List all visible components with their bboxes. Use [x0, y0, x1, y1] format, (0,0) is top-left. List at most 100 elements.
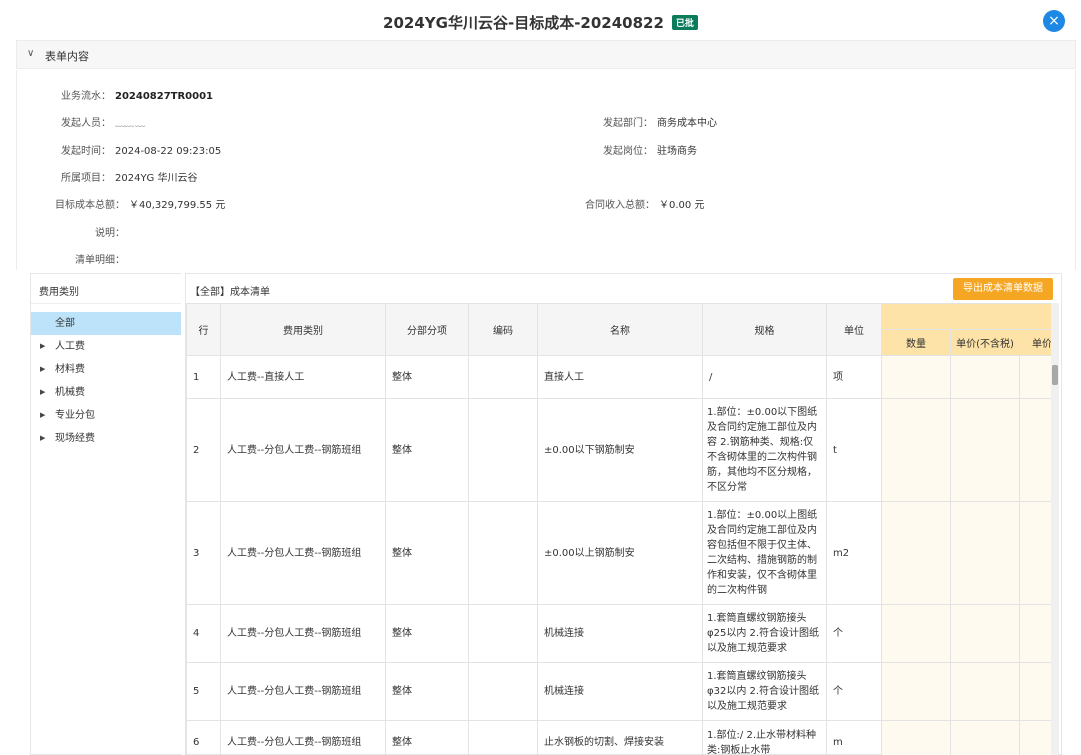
cell-qty [881, 501, 951, 605]
cell-qty [881, 662, 951, 721]
tree-item-label: 现场经费 [55, 433, 95, 444]
caret-right-icon[interactable]: ▶ [40, 358, 45, 381]
cell-price [950, 501, 1020, 605]
cell-price [950, 355, 1020, 399]
cost-table-wrapper: 行 费用类别 分部分项 编码 名称 规格 单位 数量 单价(不含税) 单价( [186, 303, 1052, 755]
col-header-part: 分部分项 [385, 303, 469, 356]
cell-name: ±0.00以下钢筋制安 [537, 398, 703, 502]
cell-name: 机械连接 [537, 604, 703, 663]
cell-spec: / [702, 355, 827, 399]
cell-unit: m2 [826, 501, 882, 605]
cell-category: 人工费--直接人工 [220, 355, 386, 399]
tree-item-material[interactable]: ▶ 材料费 [31, 358, 181, 381]
cell-price-tax [1018, 604, 1052, 663]
cell-category: 人工费--分包人工费--钢筋班组 [220, 398, 386, 502]
cell-part: 整体 [385, 398, 469, 502]
cell-category: 人工费--分包人工费--钢筋班组 [220, 720, 386, 755]
tree-item-label: 机械费 [55, 387, 85, 398]
project-value: 2024YG 华川云谷 [115, 173, 198, 184]
caret-right-icon[interactable]: ▶ [40, 404, 45, 427]
col-header-price: 单价( [1018, 329, 1052, 356]
category-panel: 费用类别 全部 ▶ 人工费 ▶ 材料费 ▶ 机械费 ▶ 专业分包 ▶ 现场经费 [30, 273, 181, 755]
field-time: 发起时间： 2024-08-22 09:23:05 [61, 142, 221, 157]
cell-spec: 1.套筒直螺纹钢筋接头 φ32以内 2.符合设计图纸以及施工规范要求 [702, 662, 827, 721]
contract-income-label: 合同收入总额： [585, 200, 655, 211]
cell-price [950, 398, 1020, 502]
serial-label: 业务流水： [61, 91, 111, 102]
dept-value: 商务成本中心 [657, 118, 717, 129]
table-row[interactable]: 6 人工费--分包人工费--钢筋班组 整体 止水钢板的切割、焊接安装 1.部位:… [186, 720, 1052, 755]
cell-qty [881, 604, 951, 663]
cell-unit: 项 [826, 355, 882, 399]
col-header-price-ex-tax: 单价(不含税) [950, 329, 1020, 356]
table-row[interactable]: 5 人工费--分包人工费--钢筋班组 整体 机械连接 1.套筒直螺纹钢筋接头 φ… [186, 662, 1052, 721]
cell-price-tax [1018, 355, 1052, 399]
initiator-value: ﹏﹏ ﹏ [115, 118, 145, 129]
tree-item-all[interactable]: 全部 [31, 312, 181, 335]
cell-unit: m [826, 720, 882, 755]
col-group-header [880, 303, 1052, 330]
cell-no: 6 [186, 720, 221, 755]
cell-part: 整体 [385, 720, 469, 755]
cell-price-tax [1018, 398, 1052, 502]
col-header-code: 编码 [468, 303, 538, 356]
cell-price [950, 604, 1020, 663]
status-badge: 已批 [671, 15, 698, 30]
table-row[interactable]: 3 人工费--分包人工费--钢筋班组 整体 ±0.00以上钢筋制安 1.部位：±… [186, 501, 1052, 605]
cell-no: 1 [186, 355, 221, 399]
caret-right-icon[interactable]: ▶ [40, 427, 45, 450]
tree-item-label: 全部 [55, 318, 75, 329]
cost-modal: 2024YG华川云谷-目标成本-20240822 已批 × ∨ 表单内容 业务流水… [0, 0, 1081, 755]
cell-code [468, 501, 538, 605]
note-label: 说明： [95, 228, 125, 239]
cell-no: 2 [186, 398, 221, 502]
cell-price [950, 720, 1020, 755]
cost-list-panel: 【全部】成本清单 导出成本清单数据 行 费用类别 分部分项 编码 名称 规格 单… [185, 273, 1062, 755]
cell-part: 整体 [385, 355, 469, 399]
title-bar: 2024YG华川云谷-目标成本-20240822 已批 × [0, 0, 1081, 40]
caret-right-icon[interactable]: ▶ [40, 381, 45, 404]
export-button[interactable]: 导出成本清单数据 [953, 278, 1053, 300]
cell-qty [881, 355, 951, 399]
close-button[interactable]: × [1043, 10, 1065, 32]
tree-item-site-expense[interactable]: ▶ 现场经费 [31, 427, 181, 450]
col-header-unit: 单位 [826, 303, 882, 356]
section-toggle[interactable]: ∨ 表单内容 [16, 40, 1076, 69]
category-tree: 全部 ▶ 人工费 ▶ 材料费 ▶ 机械费 ▶ 专业分包 ▶ 现场经费 [31, 304, 181, 450]
time-label: 发起时间： [61, 146, 111, 157]
table-scrollbar[interactable] [1051, 303, 1059, 755]
cell-unit: t [826, 398, 882, 502]
cell-price-tax [1018, 501, 1052, 605]
tree-item-labor[interactable]: ▶ 人工费 [31, 335, 181, 358]
cell-code [468, 720, 538, 755]
tree-item-subcontract[interactable]: ▶ 专业分包 [31, 404, 181, 427]
table-row[interactable]: 4 人工费--分包人工费--钢筋班组 整体 机械连接 1.套筒直螺纹钢筋接头 φ… [186, 604, 1052, 663]
tree-item-machinery[interactable]: ▶ 机械费 [31, 381, 181, 404]
field-target-cost: 目标成本总额： ￥40,329,799.55 元 [55, 196, 225, 211]
cell-no: 4 [186, 604, 221, 663]
table-row[interactable]: 2 人工费--分包人工费--钢筋班组 整体 ±0.00以下钢筋制安 1.部位：±… [186, 398, 1052, 502]
cell-unit: 个 [826, 604, 882, 663]
cost-list-header: 【全部】成本清单 导出成本清单数据 [186, 274, 1061, 303]
table-row[interactable]: 1 人工费--直接人工 整体 直接人工 / 项 [186, 355, 1052, 399]
scroll-thumb[interactable] [1052, 365, 1058, 385]
chevron-down-icon: ∨ [27, 48, 35, 59]
col-header-category: 费用类别 [220, 303, 386, 356]
field-project: 所属项目： 2024YG 华川云谷 [61, 169, 198, 184]
cell-no: 5 [186, 662, 221, 721]
cell-part: 整体 [385, 604, 469, 663]
tree-item-label: 人工费 [55, 341, 85, 352]
field-dept: 发起部门： 商务成本中心 [603, 114, 717, 129]
cell-spec: 1.套筒直螺纹钢筋接头 φ25以内 2.符合设计图纸以及施工规范要求 [702, 604, 827, 663]
field-detail: 清单明细： [75, 251, 125, 266]
cell-price [950, 662, 1020, 721]
detail-label: 清单明细： [75, 255, 125, 266]
cell-name: 止水钢板的切割、焊接安装 [537, 720, 703, 755]
field-initiator: 发起人员： ﹏﹏ ﹏ [61, 114, 145, 129]
col-header-row: 行 [186, 303, 221, 356]
cell-price-tax [1018, 662, 1052, 721]
tree-item-label: 材料费 [55, 364, 85, 375]
tree-item-label: 专业分包 [55, 410, 95, 421]
caret-right-icon[interactable]: ▶ [40, 335, 45, 358]
cell-price-tax [1018, 720, 1052, 755]
